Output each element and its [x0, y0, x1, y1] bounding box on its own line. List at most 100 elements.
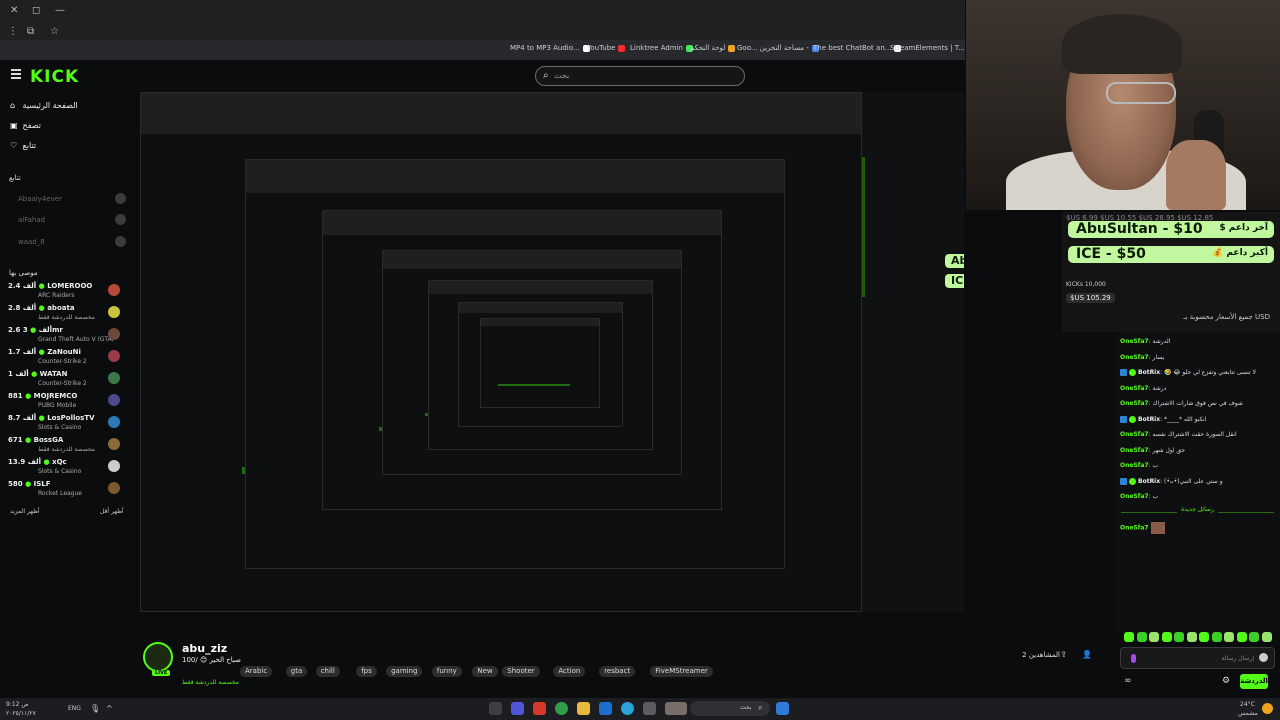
- stream-tag[interactable]: Action: [553, 666, 586, 677]
- weather-temp[interactable]: 24°C: [1240, 701, 1255, 708]
- emote-icon[interactable]: [1199, 632, 1209, 642]
- mic-tray-icon[interactable]: 🎙: [90, 704, 100, 713]
- streamer-name[interactable]: abu_ziz: [182, 642, 227, 655]
- recommended-channel[interactable]: 580 ● ISLF Rocket League: [8, 480, 120, 500]
- show-less-button[interactable]: أظهر أقل: [100, 508, 124, 515]
- chat-username[interactable]: OneSfa7: [1120, 447, 1149, 454]
- chat-username[interactable]: OneSfa7: [1120, 338, 1149, 345]
- chat-username[interactable]: OneSfa7: [1120, 525, 1149, 532]
- app-icon[interactable]: [533, 702, 546, 715]
- stream-tag[interactable]: gaming: [386, 666, 423, 677]
- new-messages-divider[interactable]: رسائل جديدة: [1115, 506, 1280, 518]
- infinity-icon[interactable]: ∞: [1124, 676, 1132, 686]
- mic-icon[interactable]: [1131, 654, 1136, 663]
- emote-icon[interactable]: [1224, 632, 1234, 642]
- chat-username[interactable]: OneSfa7: [1120, 400, 1149, 407]
- recommended-channel[interactable]: 2.4 ألف ● LOMEROOO ARC Raiders: [8, 282, 120, 302]
- emote-icon[interactable]: [1161, 632, 1172, 642]
- stream-tag[interactable]: fps: [356, 666, 377, 677]
- stream-player[interactable]: AbuSultan - $10 ICE - $50: [140, 92, 964, 612]
- emote-icon[interactable]: [1249, 632, 1259, 642]
- close-icon[interactable]: ✕: [10, 5, 18, 16]
- gear-icon[interactable]: ⚙: [1222, 676, 1230, 686]
- recommended-channel[interactable]: 1.7 ألف ● ZaNouNi Counter-Strike 2: [8, 348, 120, 368]
- restore-icon[interactable]: ◻: [32, 5, 40, 16]
- language-indicator[interactable]: ENG: [68, 705, 81, 712]
- discord-icon[interactable]: [511, 702, 524, 715]
- chat-username[interactable]: BotRix: [1138, 416, 1160, 423]
- more-icon[interactable]: ⋮: [8, 26, 18, 37]
- pinned-app-icon[interactable]: [665, 702, 687, 715]
- clock-time[interactable]: 9:12 ص: [6, 701, 29, 708]
- chat-username[interactable]: BotRix: [1138, 369, 1160, 376]
- show-more-button[interactable]: أظهر المزيد: [10, 508, 40, 515]
- emoji-icon[interactable]: [1259, 653, 1268, 662]
- menu-icon[interactable]: [11, 69, 21, 79]
- bookmark-item[interactable]: StreamElements | T...: [890, 44, 975, 52]
- share-icon[interactable]: ⇪: [1060, 650, 1067, 659]
- sidebar-item-home[interactable]: ⌂ الصفحة الرئيسية: [10, 101, 78, 110]
- chat-username[interactable]: BotRix: [1138, 478, 1160, 485]
- bookmark-item[interactable]: The best ChatBot an...: [813, 44, 902, 52]
- stream-tag[interactable]: FiveMStreamer: [650, 666, 713, 677]
- emote-icon[interactable]: [1136, 632, 1147, 642]
- emote-icon[interactable]: [1174, 632, 1184, 642]
- stream-tag[interactable]: funny: [431, 666, 462, 677]
- stream-tag[interactable]: resbact: [599, 666, 636, 677]
- recommended-channel[interactable]: 881 ● MOJREMCO PUBG Mobile: [8, 392, 120, 412]
- windows-start-icon[interactable]: [776, 702, 789, 715]
- stream-category[interactable]: مخصصة للدردشة فقط: [182, 679, 239, 686]
- taskbar-search[interactable]: بحث ⌕: [690, 701, 770, 716]
- chat-username[interactable]: OneSfa7: [1120, 385, 1149, 392]
- recommended-channel[interactable]: 8.7 ألف ● LosPollosTV Slots & Casino: [8, 414, 120, 434]
- stream-tag[interactable]: Arabic: [240, 666, 273, 677]
- chat-username[interactable]: OneSfa7: [1120, 354, 1149, 361]
- chat-username[interactable]: OneSfa7: [1120, 431, 1149, 438]
- bookmark-item[interactable]: MP4 to MP3 Audio...: [510, 44, 590, 52]
- taskview-icon[interactable]: [489, 702, 502, 715]
- minimize-icon[interactable]: —: [55, 5, 65, 16]
- recommended-channel[interactable]: 2.6 ألف ● 3mr Grand Theft Auto V (GTA): [8, 326, 120, 346]
- folder-icon[interactable]: [577, 702, 590, 715]
- recommended-channel[interactable]: 13.9 ألف ● xQc Slots & Casino: [8, 458, 120, 478]
- chat-send-button[interactable]: الدردشة: [1240, 674, 1268, 689]
- edge-icon[interactable]: [621, 702, 634, 715]
- emote-icon[interactable]: [1236, 632, 1247, 642]
- following-item[interactable]: waad_8: [18, 236, 126, 247]
- clock-date[interactable]: ٢٠٢٥/١١/٢٧: [6, 710, 36, 717]
- new-messages-label: رسائل جديدة: [1177, 506, 1218, 513]
- stream-tag[interactable]: New: [472, 666, 498, 677]
- kick-logo[interactable]: KICK: [30, 67, 79, 87]
- chat-input[interactable]: إرسال رسالة: [1120, 647, 1275, 669]
- stream-tag[interactable]: chill: [315, 666, 340, 677]
- emote-icon[interactable]: [1149, 632, 1159, 642]
- recommended-channel[interactable]: 2.8 ألف ● aboata مخصصة للدردشة فقط: [8, 304, 120, 324]
- bookmark-item[interactable]: YouTube: [587, 44, 626, 52]
- star-icon[interactable]: ☆: [50, 26, 59, 37]
- mail-icon[interactable]: [599, 702, 612, 715]
- following-item[interactable]: alFahad: [18, 214, 126, 225]
- emote-icon[interactable]: [1261, 632, 1272, 642]
- sidebar-item-following[interactable]: ♡ تتابع: [10, 141, 36, 150]
- chat-username[interactable]: OneSfa7: [1120, 462, 1149, 469]
- chrome-icon[interactable]: [555, 702, 568, 715]
- stream-tag[interactable]: Shooter: [502, 666, 540, 677]
- sidebar-item-browse[interactable]: ▣ تصفح: [10, 121, 41, 130]
- chevron-up-icon[interactable]: ^: [106, 704, 113, 713]
- bookmark-item[interactable]: لوحة التحكم: [690, 44, 736, 52]
- bookmark-item[interactable]: Linktree Admin: [630, 44, 693, 52]
- extensions-icon[interactable]: ⧉: [27, 26, 34, 37]
- emote-icon[interactable]: [1211, 632, 1222, 642]
- recommended-channel[interactable]: 671 ● BossGA مخصصة للدردشة فقط: [8, 436, 120, 456]
- streamer-avatar[interactable]: [143, 642, 173, 672]
- bookmark-item[interactable]: Goo... مساحة التخزين -: [737, 44, 819, 52]
- chat-username[interactable]: OneSfa7: [1120, 493, 1149, 500]
- search-input[interactable]: ⌕ بحث: [535, 66, 745, 86]
- following-item[interactable]: Abaaiy4ever: [18, 193, 126, 204]
- recommended-channel[interactable]: 1 ألف ● WATAN Counter-Strike 2: [8, 370, 120, 390]
- stream-tag[interactable]: gta: [285, 666, 308, 677]
- window-icon[interactable]: [643, 702, 656, 715]
- emote-icon[interactable]: [1124, 632, 1134, 642]
- profile-icon[interactable]: 👤: [1082, 650, 1092, 659]
- emote-icon[interactable]: [1186, 632, 1197, 642]
